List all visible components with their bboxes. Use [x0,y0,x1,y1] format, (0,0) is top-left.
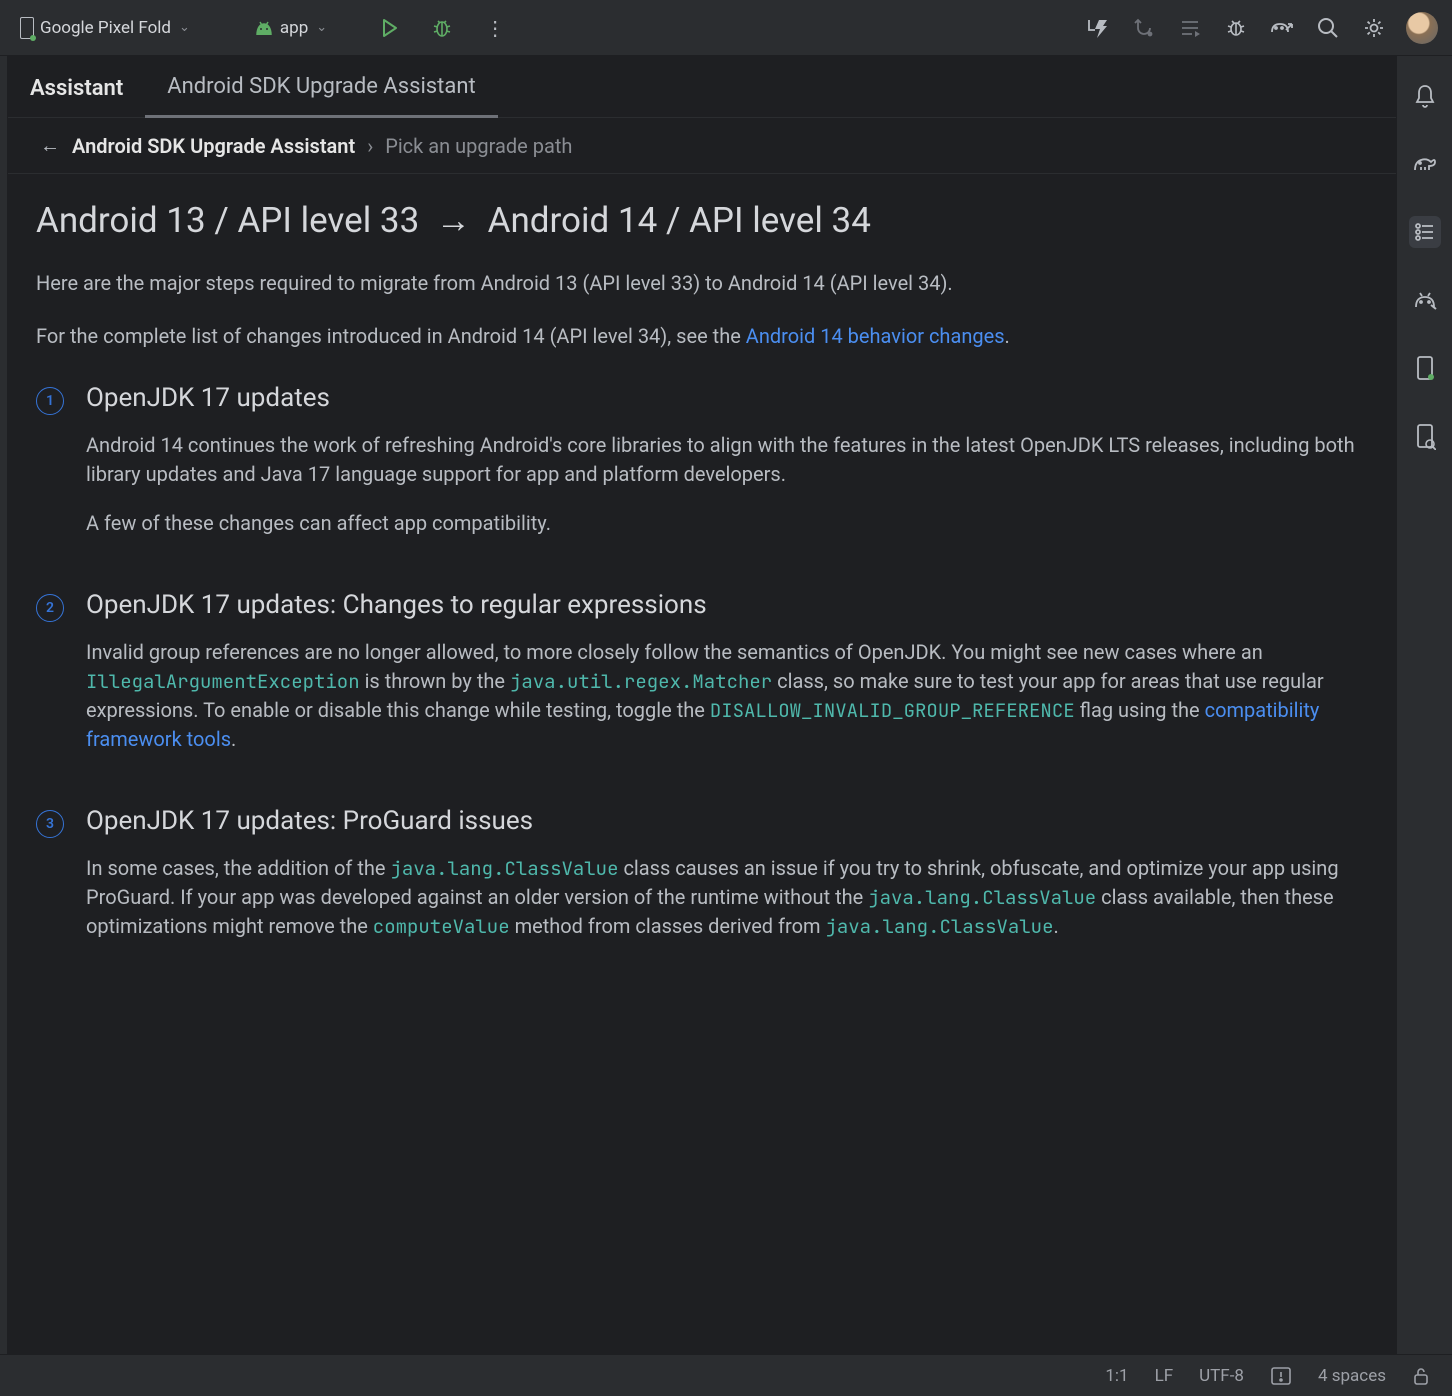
code-with-me-icon[interactable] [1084,14,1112,42]
step-paragraph: Android 14 continues the work of refresh… [86,431,1364,489]
code-token: java.lang.ClassValue [390,856,618,881]
left-gutter [0,56,8,1354]
tab-assistant[interactable]: Assistant [8,76,145,117]
step-badge: 3 [36,810,64,838]
select-in-icon[interactable] [1176,14,1204,42]
breadcrumb-root[interactable]: Android SDK Upgrade Assistant [72,134,355,158]
settings-icon[interactable] [1360,14,1388,42]
step-1: 1 OpenJDK 17 updates Android 14 continue… [36,383,1364,558]
code-token: IllegalArgumentException [86,669,360,694]
code-token: java.util.regex.Matcher [510,669,772,694]
lock-icon[interactable] [1412,1366,1430,1386]
toolbar-left-group: Google Pixel Fold ⌄ app ⌄ ⋮ [14,12,511,44]
caret-position[interactable]: 1:1 [1105,1366,1128,1386]
breadcrumb: ← Android SDK Upgrade Assistant › Pick a… [8,118,1396,174]
step-paragraph: Invalid group references are no longer a… [86,638,1364,754]
more-actions-button[interactable]: ⋮ [479,12,511,44]
device-manager-icon[interactable] [1409,352,1441,384]
intro-line-2: For the complete list of changes introdu… [36,322,1364,351]
android-icon [254,21,274,35]
back-arrow-icon[interactable]: ← [40,133,60,158]
arrow-right-icon: → [436,200,471,241]
right-tool-strip [1396,56,1452,1354]
indent-setting[interactable]: 4 spaces [1318,1366,1386,1386]
step-3: 3 OpenJDK 17 updates: ProGuard issues In… [36,806,1364,961]
file-encoding[interactable]: UTF-8 [1199,1366,1244,1386]
breadcrumb-current: Pick an upgrade path [385,134,572,158]
page-title: Android 13 / API level 33 → Android 14 /… [36,200,1364,241]
phone-icon [20,17,34,39]
toolbar-right-group [1084,12,1438,44]
notifications-icon[interactable] [1409,80,1441,112]
structure-icon[interactable] [1409,216,1441,248]
status-bar: 1:1 LF UTF-8 4 spaces [0,1354,1452,1396]
code-token: DISALLOW_INVALID_GROUP_REFERENCE [710,698,1075,723]
chevron-down-icon: ⌄ [316,20,327,35]
app-quality-icon[interactable] [1268,14,1296,42]
line-separator[interactable]: LF [1155,1366,1174,1386]
behavior-changes-link[interactable]: Android 14 behavior changes [746,324,1005,348]
step-badge: 1 [36,387,64,415]
module-selector[interactable]: app ⌄ [248,14,333,42]
content-scroll[interactable]: Android 13 / API level 33 → Android 14 /… [8,174,1396,1354]
code-token: java.lang.ClassValue [825,914,1053,939]
intro-line-1: Here are the major steps required to mig… [36,269,1364,298]
attach-debugger-icon[interactable] [1222,14,1250,42]
gradle-icon[interactable] [1409,148,1441,180]
title-to: Android 14 / API level 34 [488,200,871,241]
code-token: computeValue [373,914,510,939]
tab-sdk-upgrade[interactable]: Android SDK Upgrade Assistant [145,74,497,118]
user-avatar[interactable] [1406,12,1438,44]
step-paragraph: A few of these changes can affect app co… [86,509,1364,538]
device-selector[interactable]: Google Pixel Fold ⌄ [14,13,196,43]
module-name: app [280,18,308,38]
code-token: java.lang.ClassValue [868,885,1096,910]
step-title: OpenJDK 17 updates: Changes to regular e… [86,590,1364,620]
inspection-icon[interactable] [1270,1366,1292,1386]
sync-icon[interactable] [1130,14,1158,42]
android-profiler-icon[interactable] [1409,284,1441,316]
intro-block: Here are the major steps required to mig… [36,269,1364,351]
assistant-tabs: Assistant Android SDK Upgrade Assistant [8,56,1396,118]
title-from: Android 13 / API level 33 [36,200,419,241]
breadcrumb-separator: › [367,134,373,158]
step-paragraph: In some cases, the addition of the java.… [86,854,1364,941]
debug-button[interactable] [425,13,459,43]
top-toolbar: Google Pixel Fold ⌄ app ⌄ ⋮ [0,0,1452,56]
step-title: OpenJDK 17 updates [86,383,1364,413]
search-icon[interactable] [1314,14,1342,42]
assistant-panel: Assistant Android SDK Upgrade Assistant … [8,56,1396,1354]
run-button[interactable] [375,14,405,42]
device-name: Google Pixel Fold [40,18,171,38]
chevron-down-icon: ⌄ [179,20,190,35]
step-title: OpenJDK 17 updates: ProGuard issues [86,806,1364,836]
step-badge: 2 [36,594,64,622]
step-2: 2 OpenJDK 17 updates: Changes to regular… [36,590,1364,774]
device-explorer-icon[interactable] [1409,420,1441,452]
